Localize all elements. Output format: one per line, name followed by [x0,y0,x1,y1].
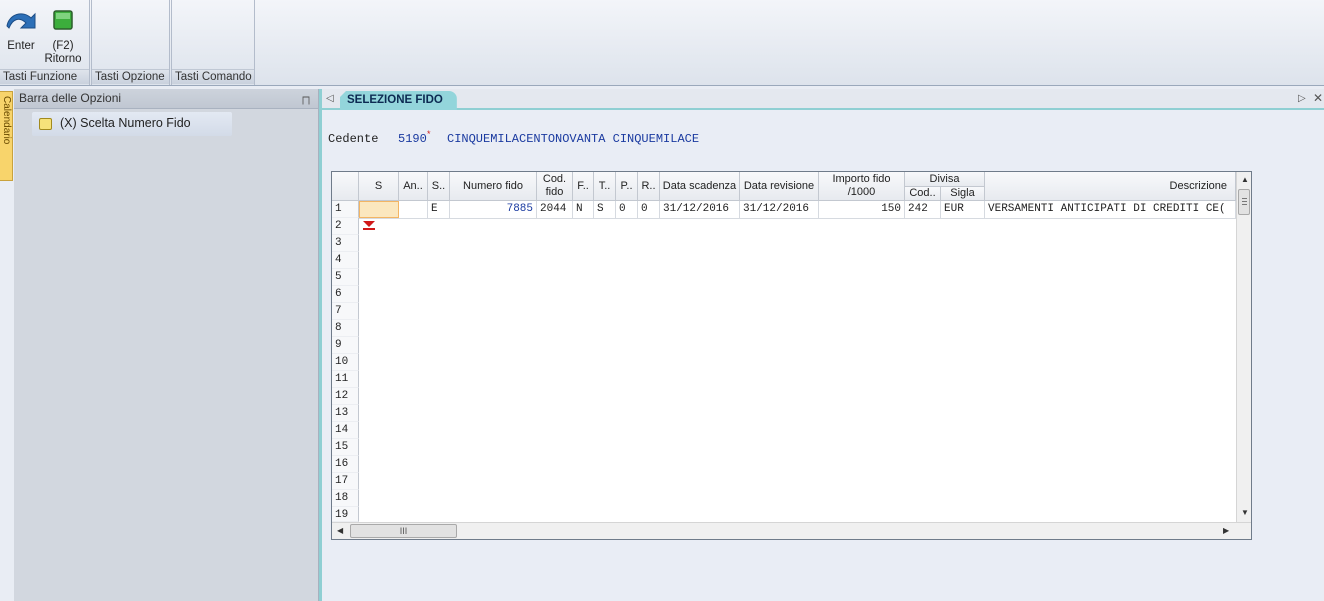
options-pane-title: Barra delle Opzioni [19,91,122,105]
cell-data-revisione[interactable]: 31/12/2016 [740,201,819,218]
header-cod-fido[interactable]: Cod. fido [537,172,573,201]
cell-r[interactable]: 0 [638,201,660,218]
calendario-side-tab[interactable]: Calendario [0,91,13,181]
required-marker: * [427,129,431,139]
cell-p[interactable]: 0 [616,201,638,218]
header-divisa-sigla[interactable]: Sigla [941,187,985,201]
tab-scroll-right-icon[interactable]: ▷ [1298,93,1306,104]
row-number[interactable]: 8 [332,320,359,337]
group-label-opzione: Tasti Opzione [92,69,169,84]
group-tasti-funzione: Enter (F2) Ritorno Tasti Funzione [0,0,90,85]
scroll-grip: III [399,526,408,536]
header-t[interactable]: T.. [594,172,616,201]
cell-divisa-cod[interactable]: 242 [905,201,941,218]
ritorno-label: (F2) Ritorno [44,40,82,65]
option-scelta-numero-fido[interactable]: (X) Scelta Numero Fido [32,112,232,136]
scroll-down-icon[interactable]: ▼ [1241,508,1249,517]
options-pane: Barra delle Opzioni ⨅ (X) Scelta Numero … [14,89,319,601]
row-number[interactable]: 1 [332,201,359,218]
cell-numero-fido[interactable]: 7885 [450,201,537,218]
row-number[interactable]: 12 [332,388,359,405]
new-row-marker-icon [363,221,375,230]
fido-grid[interactable]: S An.. S.. Numero fido Cod. fido F.. T..… [331,171,1252,540]
row-number[interactable]: 5 [332,269,359,286]
header-data-revisione[interactable]: Data revisione [740,172,819,201]
vertical-scroll-thumb[interactable] [1238,189,1250,215]
header-f[interactable]: F.. [573,172,594,201]
option-icon [39,118,52,130]
row-number[interactable]: 3 [332,235,359,252]
header-s2[interactable]: S.. [428,172,450,201]
header-corner [332,172,359,201]
row-number[interactable]: 10 [332,354,359,371]
scroll-right-icon[interactable]: ▶ [1223,526,1229,535]
scroll-left-icon[interactable]: ◀ [337,526,343,535]
row-number[interactable]: 4 [332,252,359,269]
enter-button[interactable]: Enter [4,6,38,53]
cell-descrizione[interactable]: VERSAMENTI ANTICIPATI DI CREDITI CE( [985,201,1236,218]
ritorno-button[interactable]: (F2) Ritorno [42,6,84,66]
row-number[interactable]: 11 [332,371,359,388]
horizontal-scrollbar[interactable]: ◀ III ▶ [332,522,1251,539]
vertical-scrollbar[interactable]: ▲ ▼ [1236,172,1251,522]
row-number[interactable]: 15 [332,439,359,456]
row-number[interactable]: 7 [332,303,359,320]
row-number[interactable]: 6 [332,286,359,303]
cell-an[interactable] [399,201,428,218]
green-square-icon [53,10,73,30]
header-data-scadenza[interactable]: Data scadenza [660,172,740,201]
row-number[interactable]: 19 [332,507,359,522]
group-tasti-opzione: Tasti Opzione [91,0,170,85]
header-r[interactable]: R.. [638,172,660,201]
cell-t[interactable]: S [594,201,616,218]
cell-s2[interactable]: E [428,201,450,218]
row-number[interactable]: 2 [332,218,359,235]
scroll-up-icon[interactable]: ▲ [1241,175,1249,184]
header-p[interactable]: P.. [616,172,638,201]
row-number[interactable]: 18 [332,490,359,507]
cell-f[interactable]: N [573,201,594,218]
options-pane-header: Barra delle Opzioni ⨅ [14,89,318,109]
enter-arrow-icon [6,12,36,29]
enter-label: Enter [7,40,35,52]
ribbon: Enter (F2) Ritorno Tasti Funzione Tasti … [0,0,1324,86]
row-number[interactable]: 9 [332,337,359,354]
pin-icon[interactable]: ⨅ [302,92,310,111]
tab-scroll-left-icon[interactable]: ◁ [326,93,334,104]
header-importo[interactable]: Importo fido /1000 [819,172,905,201]
close-icon[interactable]: ✕ [1313,91,1323,105]
cell-importo[interactable]: 150 [819,201,905,218]
option-label: (X) Scelta Numero Fido [60,116,191,130]
header-descrizione[interactable]: Descrizione [985,172,1236,201]
row-number[interactable]: 14 [332,422,359,439]
cedente-name: CINQUEMILACENTONOVANTA CINQUEMILACE [447,132,700,146]
group-label-funzione: Tasti Funzione [0,69,89,84]
header-numero-fido[interactable]: Numero fido [450,172,537,201]
row1-bottom-line [359,218,1236,219]
header-an[interactable]: An.. [399,172,428,201]
group-tasti-comando: Tasti Comando [171,0,255,85]
main-area: ◁ SELEZIONE FIDO ▷ ✕ Cedente 5190 * CINQ… [322,89,1324,601]
tab-selezione-fido[interactable]: SELEZIONE FIDO [340,91,457,110]
horizontal-scroll-thumb[interactable]: III [350,524,457,538]
group-label-comando: Tasti Comando [172,69,254,84]
cell-divisa-sigla[interactable]: EUR [941,201,985,218]
cedente-label: Cedente [328,132,379,146]
cell-cod-fido[interactable]: 2044 [537,201,573,218]
tab-strip: ◁ SELEZIONE FIDO ▷ ✕ [322,89,1324,110]
cell-data-scadenza[interactable]: 31/12/2016 [660,201,740,218]
row-number[interactable]: 13 [332,405,359,422]
cell-s-selected[interactable] [359,201,399,218]
header-s[interactable]: S [359,172,399,201]
cedente-code: 5190 [398,132,427,146]
header-divisa[interactable]: Divisa [905,172,985,187]
header-divisa-cod[interactable]: Cod.. [905,187,941,201]
row-number[interactable]: 16 [332,456,359,473]
row-number[interactable]: 17 [332,473,359,490]
